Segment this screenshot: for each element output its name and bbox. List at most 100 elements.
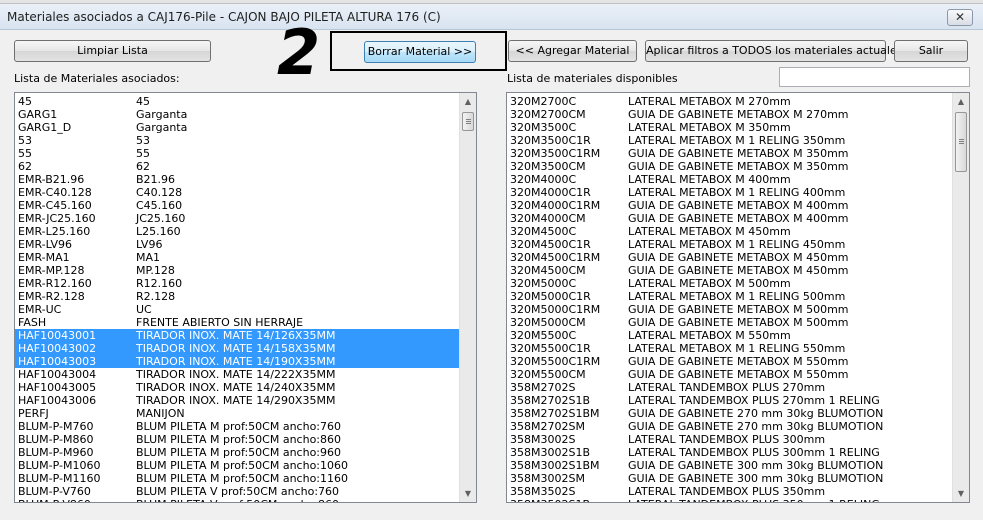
list-item[interactable]: 320M5000C LATERAL METABOX M 500mm [507, 277, 952, 290]
list-item[interactable]: 320M4500C1R LATERAL METABOX M 1 RELING 45… [507, 238, 952, 251]
list-item[interactable]: EMR-L25.160 L25.160 [15, 225, 459, 238]
scroll-up-icon[interactable]: ▲ [953, 93, 969, 110]
item-code: EMR-JC25.160 [18, 212, 96, 225]
item-code: BLUM-P-V760 [18, 485, 91, 498]
list-item[interactable]: 358M3502S1B LATERAL TANDEMBOX PLUS 350mm … [507, 498, 952, 502]
list-item[interactable]: BLUM-P-M860 BLUM PILETA M prof:50CM ancho… [15, 433, 459, 446]
list-item[interactable]: 358M3002S1BM GUIA DE GABINETE 300 mm 30kg… [507, 459, 952, 472]
list-item[interactable]: BLUM-P-V760 BLUM PILETA V prof:50CM ancho… [15, 485, 459, 498]
list-item[interactable]: 320M3500C1RM GUIA DE GABINETE METABOX M 3… [507, 147, 952, 160]
list-item[interactable]: 320M5000C1RM GUIA DE GABINETE METABOX M 5… [507, 303, 952, 316]
list-item[interactable]: 320M4500CM GUIA DE GABINETE METABOX M 450… [507, 264, 952, 277]
list-item[interactable]: HAF10043004 TIRADOR INOX. MATE 14/222X35M… [15, 368, 459, 381]
list-item[interactable]: EMR-C40.128 C40.128 [15, 186, 459, 199]
list-item[interactable]: BLUM-P-M1060 BLUM PILETA M prof:50CM anch… [15, 459, 459, 472]
item-description: 53 [136, 134, 150, 147]
list-item[interactable]: EMR-UC UC [15, 303, 459, 316]
list-item[interactable]: HAF10043001 TIRADOR INOX. MATE 14/126X35M… [15, 329, 459, 342]
item-description: LATERAL TANDEMBOX PLUS 300mm 1 RELING [628, 446, 880, 459]
list-item[interactable]: 358M2702S1B LATERAL TANDEMBOX PLUS 270mm … [507, 394, 952, 407]
scroll-thumb[interactable] [955, 112, 967, 172]
list-item[interactable]: 320M4000C LATERAL METABOX M 400mm [507, 173, 952, 186]
list-item[interactable]: 358M2702S LATERAL TANDEMBOX PLUS 270mm [507, 381, 952, 394]
list-item[interactable]: BLUM-P-M760 BLUM PILETA M prof:50CM ancho… [15, 420, 459, 433]
list-item[interactable]: HAF10043005 TIRADOR INOX. MATE 14/240X35M… [15, 381, 459, 394]
associated-materials-list[interactable]: 45 45 GARG1 Garganta GARG1_D Garganta 53 53 55 55… [14, 92, 477, 503]
list-item[interactable]: 358M3002S1B LATERAL TANDEMBOX PLUS 300mm … [507, 446, 952, 459]
item-description: GUIA DE GABINETE METABOX M 400mm [628, 199, 849, 212]
item-code: EMR-MP.128 [18, 264, 85, 277]
list-item[interactable]: 320M4000C1RM GUIA DE GABINETE METABOX M 4… [507, 199, 952, 212]
list-item[interactable]: 62 62 [15, 160, 459, 173]
list-item[interactable]: EMR-JC25.160 JC25.160 [15, 212, 459, 225]
list-item[interactable]: GARG1_D Garganta [15, 121, 459, 134]
scroll-down-icon[interactable]: ▼ [953, 485, 969, 502]
item-description: LATERAL METABOX M 1 RELING 400mm [628, 186, 846, 199]
list-item[interactable]: BLUM-P-M960 BLUM PILETA M prof:50CM ancho… [15, 446, 459, 459]
apply-filters-button[interactable]: Aplicar filtros a TODOS los materiales a… [645, 40, 902, 62]
list-item[interactable]: 320M5500CM GUIA DE GABINETE METABOX M 550… [507, 368, 952, 381]
list-item[interactable]: PERFJ MANIJON [15, 407, 459, 420]
list-item[interactable]: EMR-LV96 LV96 [15, 238, 459, 251]
item-description: BLUM PILETA M prof:50CM ancho:960 [136, 446, 342, 459]
list-item[interactable]: GARG1 Garganta [15, 108, 459, 121]
list-item[interactable]: 358M3002SM GUIA DE GABINETE 300 mm 30kg B… [507, 472, 952, 485]
list-item[interactable]: HAF10043006 TIRADOR INOX. MATE 14/290X35M… [15, 394, 459, 407]
available-scrollbar[interactable]: ▲ ▼ [952, 93, 969, 502]
item-description: MANIJON [136, 407, 185, 420]
list-item[interactable]: 320M4500C1RM GUIA DE GABINETE METABOX M 4… [507, 251, 952, 264]
list-item[interactable]: 53 53 [15, 134, 459, 147]
list-item[interactable]: 320M2700CM GUIA DE GABINETE METABOX M 270… [507, 108, 952, 121]
list-item[interactable]: EMR-R12.160 R12.160 [15, 277, 459, 290]
item-description: BLUM PILETA M prof:50CM ancho:760 [136, 420, 342, 433]
list-item[interactable]: 320M4000CM GUIA DE GABINETE METABOX M 400… [507, 212, 952, 225]
list-item[interactable]: BLUM-P-M1160 BLUM PILETA M prof:50CM anch… [15, 472, 459, 485]
add-material-button[interactable]: << Agregar Material [508, 40, 637, 62]
clear-list-button[interactable]: Limpiar Lista [14, 40, 211, 62]
list-item[interactable]: EMR-MA1 MA1 [15, 251, 459, 264]
item-description: GUIA DE GABINETE METABOX M 450mm [628, 251, 849, 264]
list-item[interactable]: 358M3502S LATERAL TANDEMBOX PLUS 350mm [507, 485, 952, 498]
list-item[interactable]: 320M3500CM GUIA DE GABINETE METABOX M 350… [507, 160, 952, 173]
close-button[interactable]: ✕ [947, 9, 973, 26]
list-item[interactable]: 320M5500C LATERAL METABOX M 550mm [507, 329, 952, 342]
item-description: MP.128 [136, 264, 175, 277]
list-item[interactable]: 320M5500C1R LATERAL METABOX M 1 RELING 55… [507, 342, 952, 355]
item-code: BLUM-P-M960 [18, 446, 94, 459]
list-item[interactable]: 320M4000C1R LATERAL METABOX M 1 RELING 40… [507, 186, 952, 199]
list-item[interactable]: EMR-B21.96 B21.96 [15, 173, 459, 186]
list-item[interactable]: EMR-C45.160 C45.160 [15, 199, 459, 212]
list-item[interactable]: 45 45 [15, 95, 459, 108]
list-item[interactable]: 320M5000C1R LATERAL METABOX M 1 RELING 50… [507, 290, 952, 303]
scroll-up-icon[interactable]: ▲ [460, 93, 476, 110]
associated-scrollbar[interactable]: ▲ ▼ [459, 93, 476, 502]
scroll-thumb[interactable] [462, 112, 474, 131]
available-materials-list[interactable]: 320M2700C LATERAL METABOX M 270mm 320M2700… [506, 92, 970, 503]
list-item[interactable]: HAF10043003 TIRADOR INOX. MATE 14/190X35M… [15, 355, 459, 368]
list-item[interactable]: 320M4500C LATERAL METABOX M 450mm [507, 225, 952, 238]
list-item[interactable]: BLUM-P-V860 BLUM PILETA V prof:50CM ancho… [15, 498, 459, 502]
list-item[interactable]: 358M2702SM GUIA DE GABINETE 270 mm 30kg B… [507, 420, 952, 433]
list-item[interactable]: EMR-MP.128 MP.128 [15, 264, 459, 277]
item-code: 320M4000CM [510, 212, 586, 225]
list-item[interactable]: HAF10043002 TIRADOR INOX. MATE 14/158X35M… [15, 342, 459, 355]
item-code: HAF10043003 [18, 355, 97, 368]
list-item[interactable]: EMR-R2.128 R2.128 [15, 290, 459, 303]
scroll-down-icon[interactable]: ▼ [460, 485, 476, 502]
list-item[interactable]: 320M5500C1RM GUIA DE GABINETE METABOX M 5… [507, 355, 952, 368]
list-item[interactable]: 320M3500C1R LATERAL METABOX M 1 RELING 35… [507, 134, 952, 147]
list-item[interactable]: 358M2702S1BM GUIA DE GABINETE 270 mm 30kg… [507, 407, 952, 420]
list-item[interactable]: 320M2700C LATERAL METABOX M 270mm [507, 95, 952, 108]
item-code: EMR-R12.160 [18, 277, 92, 290]
search-input[interactable] [779, 67, 970, 87]
annotation-box [330, 31, 507, 71]
list-item[interactable]: 55 55 [15, 147, 459, 160]
list-item[interactable]: 358M3002S LATERAL TANDEMBOX PLUS 300mm [507, 433, 952, 446]
item-description: GUIA DE GABINETE METABOX M 500mm [628, 303, 849, 316]
item-description: GUIA DE GABINETE 270 mm 30kg BLUMOTION [628, 407, 884, 420]
list-item[interactable]: FASH FRENTE ABIERTO SIN HERRAJE [15, 316, 459, 329]
item-description: LATERAL TANDEMBOX PLUS 350mm [628, 485, 826, 498]
list-item[interactable]: 320M3500C LATERAL METABOX M 350mm [507, 121, 952, 134]
exit-button[interactable]: Salir [894, 40, 968, 62]
list-item[interactable]: 320M5000CM GUIA DE GABINETE METABOX M 500… [507, 316, 952, 329]
